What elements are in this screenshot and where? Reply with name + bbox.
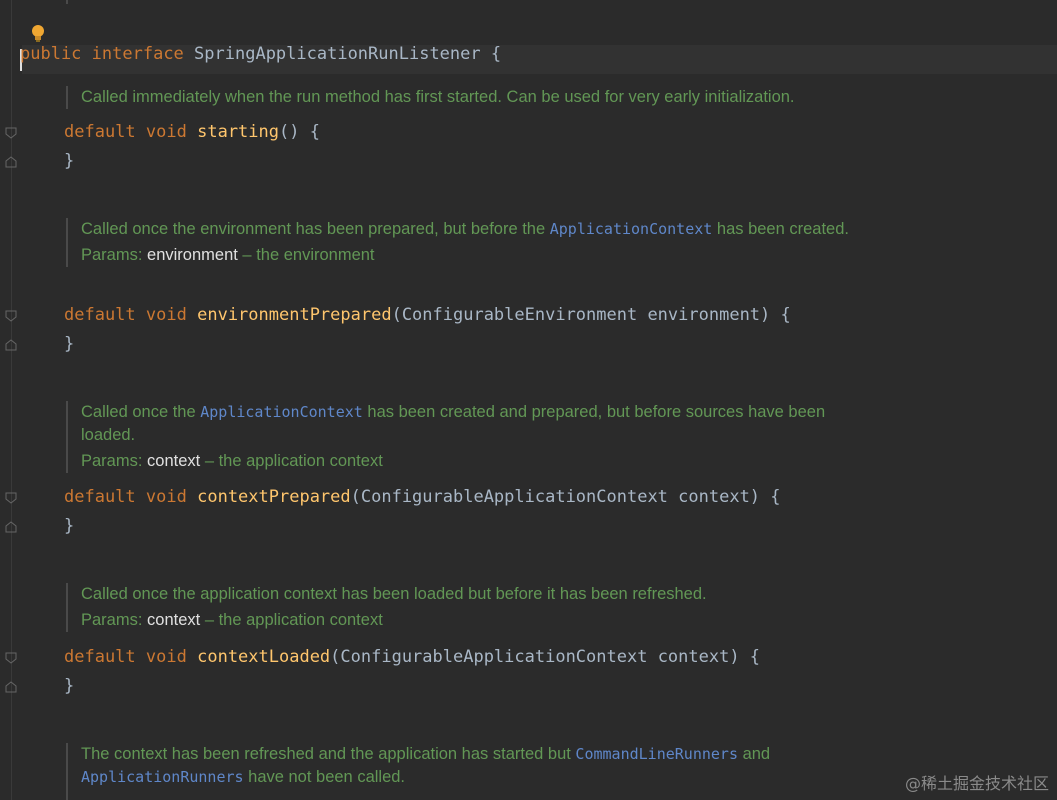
previous-doc-fragment bbox=[66, 0, 85, 4]
doc-link-application-runners[interactable]: ApplicationRunners bbox=[81, 768, 244, 786]
keyword-default: default bbox=[64, 647, 136, 667]
method-context-loaded-signature[interactable]: default void contextLoaded(ConfigurableA… bbox=[64, 645, 760, 669]
doc-description: The context has been refreshed and the a… bbox=[81, 745, 771, 786]
doc-link-command-line-runners[interactable]: CommandLineRunners bbox=[575, 745, 738, 763]
doc-description: Called once the ApplicationContext has b… bbox=[81, 403, 826, 444]
doc-params: Params: context – the application contex… bbox=[81, 611, 383, 629]
watermark: @稀土掘金技术社区 bbox=[904, 774, 1049, 793]
method-name-starting[interactable]: starting bbox=[197, 122, 279, 142]
fold-marker-icon[interactable] bbox=[5, 127, 17, 139]
doc-description: Called once the environment has been pre… bbox=[81, 220, 849, 238]
fold-marker-icon[interactable] bbox=[5, 521, 17, 533]
javadoc-starting: Called immediately when the run method h… bbox=[66, 86, 871, 109]
javadoc-context-prepared: Called once the ApplicationContext has b… bbox=[66, 401, 871, 473]
method-name-context-loaded[interactable]: contextLoaded bbox=[197, 647, 330, 667]
doc-params: Params: context – the application contex… bbox=[81, 452, 383, 470]
keyword-void: void bbox=[145, 487, 187, 507]
fold-marker-icon[interactable] bbox=[5, 652, 17, 664]
interface-name[interactable]: SpringApplicationRunListener bbox=[194, 44, 481, 64]
method-context-loaded-close: } bbox=[64, 676, 75, 696]
signature-rest: () { bbox=[279, 122, 320, 142]
interface-declaration[interactable]: public interface SpringApplicationRunLis… bbox=[20, 18, 501, 64]
fold-marker-icon[interactable] bbox=[5, 156, 17, 168]
signature-rest: (ConfigurableApplicationContext context)… bbox=[350, 487, 781, 507]
doc-link-application-context[interactable]: ApplicationContext bbox=[200, 403, 363, 421]
gutter-divider bbox=[11, 0, 12, 800]
doc-params: Params: environment – the environment bbox=[81, 246, 375, 264]
keyword-void: void bbox=[145, 647, 187, 667]
method-name-context-prepared[interactable]: contextPrepared bbox=[197, 487, 351, 507]
keyword-default: default bbox=[64, 305, 136, 325]
keyword-interface: interface bbox=[91, 44, 184, 64]
method-starting-close: } bbox=[64, 151, 75, 171]
doc-link-application-context[interactable]: ApplicationContext bbox=[550, 220, 713, 238]
keyword-void: void bbox=[145, 305, 187, 325]
open-brace: { bbox=[490, 44, 502, 64]
javadoc-environment-prepared: Called once the environment has been pre… bbox=[66, 218, 871, 267]
keyword-default: default bbox=[64, 487, 136, 507]
keyword-void: void bbox=[145, 122, 187, 142]
method-name-environment-prepared[interactable]: environmentPrepared bbox=[197, 305, 391, 325]
fold-marker-icon[interactable] bbox=[5, 492, 17, 504]
doc-description: Called once the application context has … bbox=[81, 585, 707, 603]
method-context-prepared-signature[interactable]: default void contextPrepared(Configurabl… bbox=[64, 485, 781, 509]
lightbulb-icon[interactable] bbox=[31, 24, 45, 44]
keyword-default: default bbox=[64, 122, 136, 142]
method-environment-prepared-close: } bbox=[64, 334, 75, 354]
fold-marker-icon[interactable] bbox=[5, 681, 17, 693]
signature-rest: (ConfigurableEnvironment environment) { bbox=[391, 305, 791, 325]
doc-description: Called immediately when the run method h… bbox=[81, 88, 795, 106]
method-context-prepared-close: } bbox=[64, 516, 75, 536]
fold-marker-icon[interactable] bbox=[5, 339, 17, 351]
method-starting-signature[interactable]: default void starting() { bbox=[64, 120, 320, 144]
javadoc-context-loaded: Called once the application context has … bbox=[66, 583, 871, 632]
signature-rest: (ConfigurableApplicationContext context)… bbox=[330, 647, 761, 667]
fold-marker-icon[interactable] bbox=[5, 310, 17, 322]
keyword-public: public bbox=[20, 44, 82, 64]
method-environment-prepared-signature[interactable]: default void environmentPrepared(Configu… bbox=[64, 303, 791, 327]
javadoc-started: The context has been refreshed and the a… bbox=[66, 743, 871, 800]
